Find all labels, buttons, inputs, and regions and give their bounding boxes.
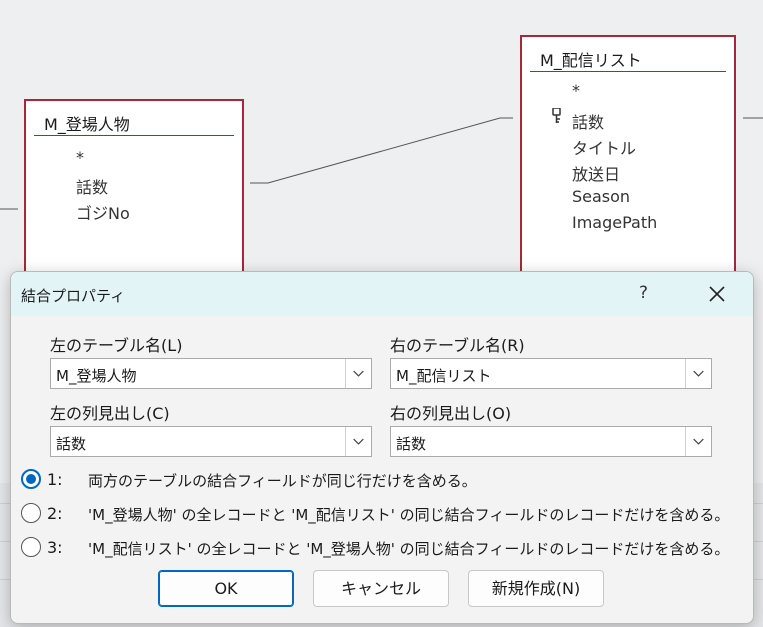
cancel-button[interactable]: キャンセル: [313, 570, 449, 607]
dialog-title: 結合プロパティ: [21, 287, 126, 305]
left-column-select[interactable]: 話数: [50, 426, 372, 457]
ok-button[interactable]: OK: [158, 570, 294, 607]
join-properties-dialog: 結合プロパティ ? 左のテーブル名(L) 右のテーブル名(R) M_登場人物 M…: [10, 271, 754, 624]
table-m-streaming-list[interactable]: M_配信リスト * 話数 タイトル 放送日 Season ImagePath: [520, 35, 736, 289]
field-episode[interactable]: 話数: [572, 109, 604, 133]
table-title-divider: [530, 71, 726, 72]
new-button[interactable]: 新規作成(N): [468, 570, 604, 607]
chevron-down-icon[interactable]: [345, 359, 371, 388]
right-table-label: 右のテーブル名(R): [390, 336, 525, 355]
option-text: 'M_登場人物' の全レコードと 'M_配信リスト' の同じ結合フィールドのレコ…: [88, 506, 730, 524]
field-all[interactable]: *: [76, 148, 84, 167]
radio-button[interactable]: [21, 503, 41, 523]
dialog-titlebar[interactable]: 結合プロパティ ?: [11, 272, 753, 316]
radio-button-checked[interactable]: [21, 469, 41, 489]
option-number: 3:: [47, 538, 63, 557]
table-title-divider: [34, 135, 234, 136]
help-button[interactable]: ?: [639, 283, 648, 303]
chevron-down-icon[interactable]: [685, 427, 711, 456]
option-text: 両方のテーブルの結合フィールドが同じ行だけを含める。: [88, 472, 477, 490]
field-episode[interactable]: 話数: [76, 174, 108, 198]
option-number: 1:: [47, 470, 63, 489]
right-column-value: 話数: [396, 435, 427, 453]
left-column-value: 話数: [56, 435, 87, 453]
left-table-label: 左のテーブル名(L): [50, 336, 183, 355]
primary-key-icon: [552, 108, 561, 123]
right-column-select[interactable]: 話数: [390, 426, 712, 457]
chevron-down-icon[interactable]: [685, 359, 711, 388]
table-title: M_登場人物: [44, 115, 130, 134]
option-number: 2:: [47, 504, 63, 523]
right-table-value: M_配信リスト: [396, 367, 492, 385]
right-table-select[interactable]: M_配信リスト: [390, 358, 712, 389]
join-line[interactable]: [250, 117, 513, 184]
field-air-date[interactable]: 放送日: [572, 161, 620, 185]
field-goji-no[interactable]: ゴジNo: [76, 200, 130, 224]
field-all[interactable]: *: [572, 81, 580, 100]
close-icon[interactable]: [705, 282, 729, 306]
field-season[interactable]: Season: [572, 187, 630, 206]
left-column-label: 左の列見出し(C): [50, 404, 170, 423]
table-title: M_配信リスト: [540, 51, 642, 70]
radio-button[interactable]: [21, 537, 41, 557]
right-column-label: 右の列見出し(O): [390, 404, 512, 423]
field-image-path[interactable]: ImagePath: [572, 213, 657, 232]
field-title[interactable]: タイトル: [572, 135, 636, 159]
left-table-select[interactable]: M_登場人物: [50, 358, 372, 389]
table-m-characters[interactable]: M_登場人物 * 話数 ゴジNo: [24, 99, 244, 289]
chevron-down-icon[interactable]: [345, 427, 371, 456]
left-table-value: M_登場人物: [56, 367, 137, 385]
option-text: 'M_配信リスト' の全レコードと 'M_登場人物' の同じ結合フィールドのレコ…: [88, 540, 730, 558]
